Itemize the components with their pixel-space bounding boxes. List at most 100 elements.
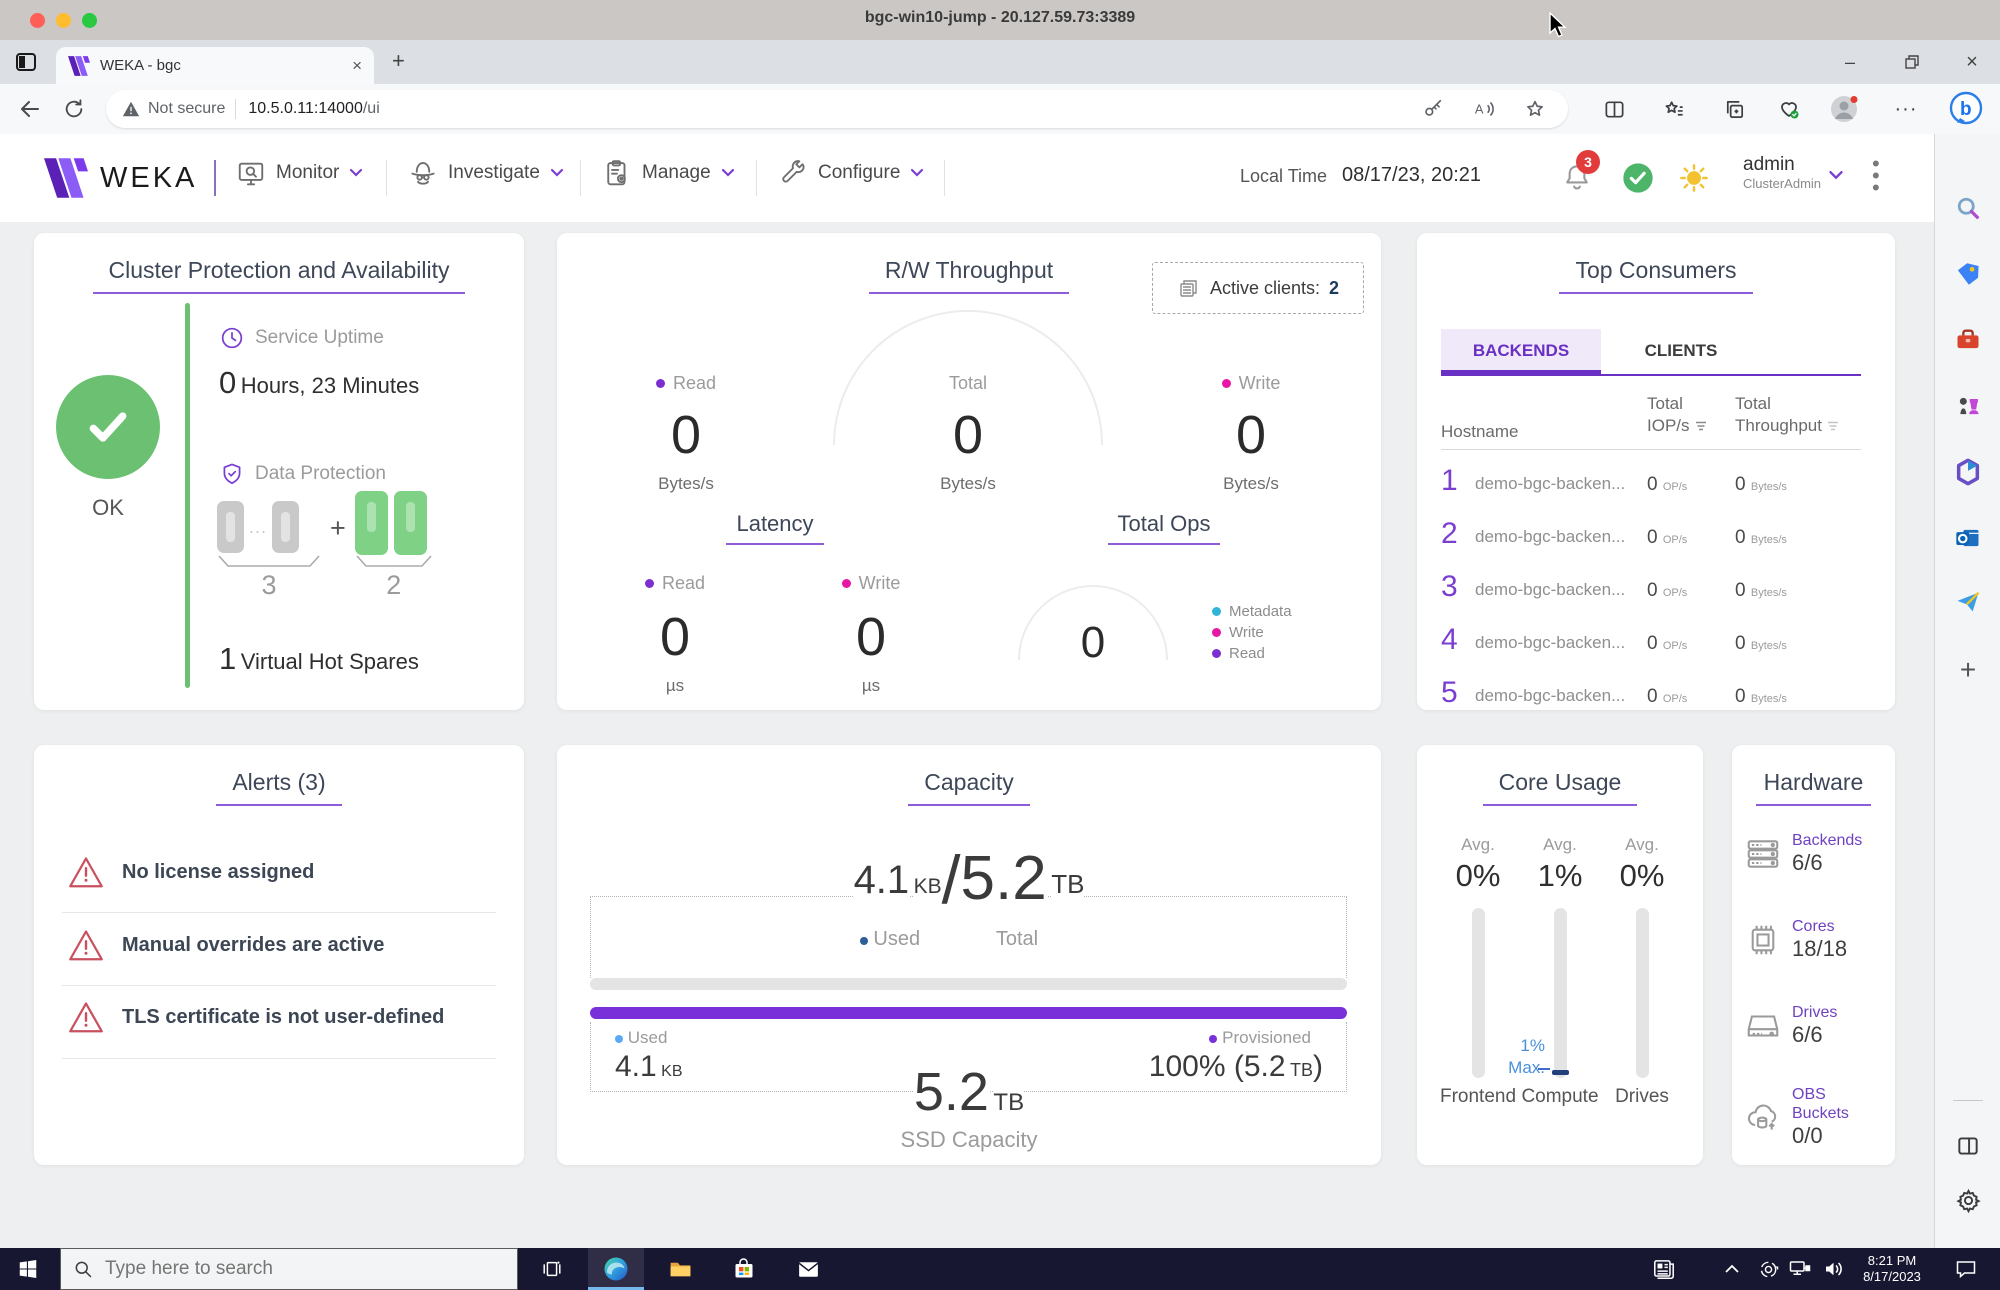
sidebar-add-icon[interactable]: +	[1952, 654, 1984, 686]
start-button[interactable]	[0, 1248, 56, 1290]
favorites-icon[interactable]	[1660, 95, 1688, 123]
hardware-item-drives[interactable]: Drives 6/6	[1744, 1003, 1837, 1048]
sidebar-settings-gear-icon[interactable]	[1952, 1184, 1984, 1216]
col-unit: Bytes/s	[658, 474, 714, 493]
consumer-row[interactable]: 1 demo-bgc-backen... 0 OP/s 0 Bytes/s	[1441, 458, 1861, 511]
max-marker[interactable]	[1551, 1070, 1569, 1075]
mail-button[interactable]	[780, 1248, 836, 1290]
user-menu[interactable]: admin ClusterAdmin	[1743, 154, 1821, 191]
total-label: Total	[995, 928, 1039, 950]
sidebar-games-icon[interactable]	[1952, 390, 1984, 422]
alert-item: TLS certificate is not user-defined	[68, 1000, 444, 1034]
security-label: Not secure	[148, 100, 226, 117]
clock-icon	[221, 327, 243, 349]
action-center-icon[interactable]	[1944, 1248, 1988, 1290]
row-throughput: 0 Bytes/s	[1735, 633, 1787, 654]
sidebar-panel-toggle-icon[interactable]	[1952, 1130, 1984, 1162]
max-label: 1% Max.	[1508, 1036, 1545, 1077]
volume-icon[interactable]	[1816, 1248, 1852, 1290]
user-chevron-down-icon[interactable]	[1828, 170, 1844, 181]
sidebar-tools-icon[interactable]	[1952, 324, 1984, 356]
tab-clients[interactable]: CLIENTS	[1601, 329, 1761, 373]
search-input[interactable]	[103, 1257, 505, 1281]
taskbar-clock[interactable]: 8:21 PM 8/17/2023	[1852, 1248, 1932, 1290]
split-screen-icon[interactable]	[1600, 95, 1628, 123]
remote-window-title: bgc-win10-jump - 20.127.59.73:3389	[864, 9, 1136, 26]
collections-icon[interactable]	[1720, 95, 1748, 123]
cluster-status-badge[interactable]	[1622, 162, 1654, 194]
read-aloud-icon[interactable]: A	[1472, 98, 1496, 120]
consumer-row[interactable]: 2 demo-bgc-backen... 0 OP/s 0 Bytes/s	[1441, 511, 1861, 564]
nav-item-monitor[interactable]: Monitor	[236, 158, 363, 188]
password-key-icon[interactable]	[1422, 98, 1444, 120]
tray-chevron-up-icon[interactable]	[1714, 1248, 1750, 1290]
sort-filter-icon[interactable]	[1695, 421, 1707, 432]
alert-divider	[62, 985, 496, 986]
kebab-menu-icon[interactable]: • • •	[1872, 153, 1880, 199]
edge-taskbar-button[interactable]	[588, 1248, 644, 1290]
nav-item-configure[interactable]: Configure	[778, 158, 924, 188]
theme-toggle-sun-icon[interactable]	[1678, 162, 1710, 194]
browser-essentials-icon[interactable]	[1775, 95, 1803, 123]
alert-divider	[62, 1058, 496, 1059]
nav-item-manage[interactable]: Manage	[602, 158, 735, 188]
favorite-star-icon[interactable]	[1524, 98, 1546, 120]
sidebar-outlook-icon[interactable]	[1952, 522, 1984, 554]
usage-bar	[1635, 908, 1649, 1078]
widgets-news-icon[interactable]	[1642, 1248, 1686, 1290]
weka-logo[interactable]: WEKA	[44, 158, 197, 198]
notifications-bell[interactable]: 3	[1560, 150, 1600, 194]
alert-text: TLS certificate is not user-defined	[122, 1005, 445, 1028]
sidebar-shopping-icon[interactable]	[1952, 258, 1984, 290]
hardware-item-backends[interactable]: Backends 6/6	[1744, 831, 1862, 876]
row-throughput: 0 Bytes/s	[1735, 527, 1787, 548]
window-minimize-button[interactable]: –	[1822, 40, 1878, 84]
tab-backends[interactable]: BACKENDS	[1441, 329, 1601, 375]
taskbar-search-box[interactable]	[60, 1248, 518, 1290]
sidebar-search-icon[interactable]	[1952, 192, 1984, 224]
nav-item-investigate[interactable]: Investigate	[408, 158, 564, 188]
status-ok-icon	[56, 375, 160, 479]
back-icon[interactable]	[16, 95, 44, 123]
active-clients-box[interactable]: Active clients: 2	[1152, 262, 1364, 314]
manage-icon	[607, 160, 626, 186]
sort-filter-icon[interactable]	[1827, 421, 1839, 432]
latency-read-col: Read 0 µs	[595, 573, 755, 696]
tab-close-icon[interactable]: ×	[352, 56, 362, 76]
row-hostname: demo-bgc-backen...	[1475, 474, 1626, 493]
nav-item-label: Investigate	[448, 162, 540, 183]
settings-more-icon[interactable]: ···	[1892, 95, 1920, 123]
remote-window-titlebar: bgc-win10-jump - 20.127.59.73:3389	[0, 0, 2000, 41]
refresh-icon[interactable]	[60, 95, 88, 123]
col-total-iops[interactable]: Total IOP/s	[1647, 393, 1707, 437]
address-bar[interactable]: Not secure 10.5.0.11:14000 /ui A	[106, 90, 1568, 128]
consumer-row[interactable]: 5 demo-bgc-backen... 0 OP/s 0 Bytes/s	[1441, 670, 1861, 723]
browser-tab[interactable]: WEKA - bgc ×	[56, 47, 374, 84]
task-view-button[interactable]	[524, 1248, 580, 1290]
tab-actions-menu-icon[interactable]	[14, 50, 38, 74]
card-title: Hardware	[1755, 769, 1872, 806]
card-cluster-protection: Cluster Protection and Availability OK S…	[34, 233, 524, 710]
remote-session-icon[interactable]	[1750, 1248, 1786, 1290]
microsoft-store-button[interactable]	[716, 1248, 772, 1290]
card-title: Cluster Protection and Availability	[92, 257, 466, 294]
alert-divider	[62, 912, 496, 913]
new-tab-button[interactable]: +	[392, 48, 405, 74]
nav-divider	[214, 160, 216, 196]
consumer-row[interactable]: 4 demo-bgc-backen... 0 OP/s 0 Bytes/s	[1441, 617, 1861, 670]
sidebar-m365-icon[interactable]	[1952, 456, 1984, 488]
sidebar-drop-icon[interactable]	[1952, 586, 1984, 618]
network-icon[interactable]	[1782, 1248, 1818, 1290]
consumer-row[interactable]: 3 demo-bgc-backen... 0 OP/s 0 Bytes/s	[1441, 564, 1861, 617]
profile-avatar[interactable]	[1830, 95, 1858, 123]
file-explorer-button[interactable]	[652, 1248, 708, 1290]
copilot-icon[interactable]: b	[1946, 89, 1986, 129]
hw-label: Cores	[1792, 918, 1835, 935]
window-close-button[interactable]: ×	[1944, 40, 2000, 84]
total-unit: TB	[1051, 869, 1085, 899]
hardware-item-cores[interactable]: Cores 18/18	[1744, 917, 1847, 962]
window-restore-button[interactable]	[1884, 40, 1940, 84]
hardware-item-obs-buckets[interactable]: OBS Buckets 0/0	[1744, 1085, 1884, 1149]
col-total-throughput[interactable]: Total Throughput	[1735, 393, 1839, 437]
browser-toolbar: Not secure 10.5.0.11:14000 /ui A ··· b	[0, 84, 2000, 135]
